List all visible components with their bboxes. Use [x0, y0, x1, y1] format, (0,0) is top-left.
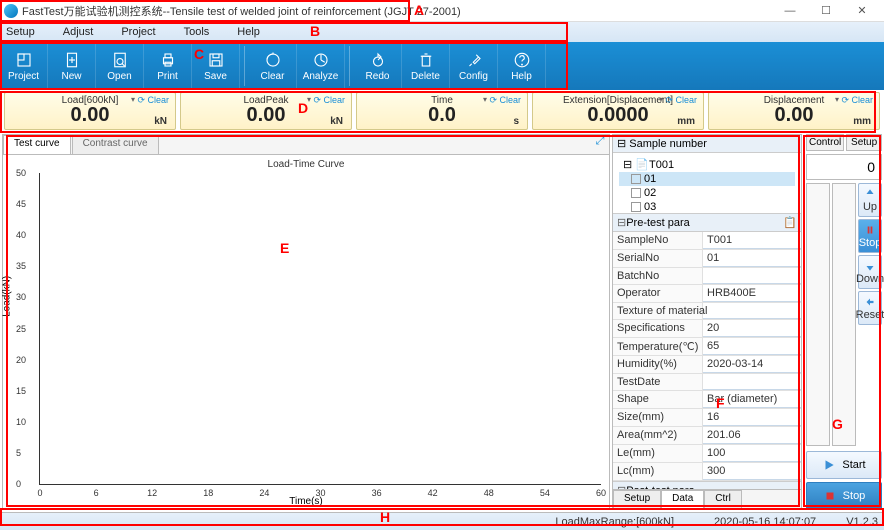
prop-row[interactable]: Texture of material [613, 303, 801, 320]
menu-project[interactable]: Project [121, 26, 155, 38]
app-logo [4, 4, 18, 18]
ctrl-slider-2[interactable] [832, 183, 856, 446]
statusbar: LoadMaxRange:[600kN] 2020-05-16 14:07:07… [0, 512, 884, 530]
status-range: LoadMaxRange:[600kN] [555, 516, 674, 528]
up-button[interactable]: Up [858, 183, 882, 217]
menu-tools[interactable]: Tools [184, 26, 210, 38]
stop-small-button[interactable]: Stop [858, 219, 882, 253]
prop-row[interactable]: SampleNoT001 [613, 232, 801, 250]
toolbar: ProjectNewOpenPrintSaveClearAnalyzeRedoD… [0, 42, 884, 90]
menubar: Setup Adjust Project Tools Help [0, 22, 884, 42]
titlebar: FastTest万能试验机测控系统--Tensile test of welde… [0, 0, 884, 22]
tree-item-02[interactable]: 02 [619, 186, 795, 200]
maximize-button[interactable]: ☐ [808, 1, 844, 21]
down-button[interactable]: Down [858, 255, 882, 289]
sample-tree: ⊟ 📄 T001 01 02 03 [613, 153, 801, 213]
readout-3: Extension[Displacement]▾Clear0.0000mm [532, 92, 704, 130]
close-button[interactable]: ✕ [844, 1, 880, 21]
clear-button[interactable]: Clear [137, 95, 169, 106]
sample-header: ⊟ Sample number [613, 135, 801, 153]
prop-row[interactable]: Specifications20 [613, 320, 801, 338]
clear-button[interactable]: Clear [313, 95, 345, 106]
chart-plot[interactable]: 0510152025303540455006121824303642485460 [39, 173, 601, 485]
new-button[interactable]: New [48, 42, 96, 90]
tree-item-01[interactable]: 01 [619, 172, 795, 186]
chart-ylabel: Load(kN) [2, 276, 13, 317]
readout-dropdown-icon[interactable]: ▾ [835, 95, 839, 104]
ctrl-slider-1[interactable] [806, 183, 830, 446]
chart-area: Test curve Contrast curve ⤢ Load-Time Cu… [2, 134, 610, 510]
menu-help[interactable]: Help [237, 26, 260, 38]
chart-xlabel: Time(s) [289, 496, 323, 507]
readout-1: LoadPeak▾Clear0.00kN [180, 92, 352, 130]
pretest-header[interactable]: Pre-test para📋 [613, 213, 801, 232]
ctrl-display: 0 [806, 154, 882, 180]
sidetab-setup[interactable]: Setup [613, 490, 661, 509]
prop-row[interactable]: BatchNo [613, 268, 801, 285]
start-button[interactable]: Start [806, 451, 882, 479]
tab-contrast-curve[interactable]: Contrast curve [72, 135, 159, 154]
menu-setup[interactable]: Setup [6, 26, 35, 38]
reset-button[interactable]: Reset [858, 291, 882, 325]
posttest-header[interactable]: Post-test para [613, 481, 801, 489]
analyze-button[interactable]: Analyze [297, 42, 345, 90]
prop-row[interactable]: Size(mm)16 [613, 409, 801, 427]
ctrl-setup-tab[interactable]: Setup [846, 134, 882, 151]
readouts: Load[600kN]▾Clear0.00kNLoadPeak▾Clear0.0… [0, 90, 884, 132]
prop-row[interactable]: Temperature(℃)65 [613, 338, 801, 356]
clear-button[interactable]: Clear [489, 95, 521, 106]
readout-dropdown-icon[interactable]: ▾ [131, 95, 135, 104]
control-panel: Control Setup 0 Up Stop Down Reset Start… [806, 134, 882, 510]
project-button[interactable]: Project [0, 42, 48, 90]
prop-row[interactable]: Area(mm^2)201.06 [613, 427, 801, 445]
open-button[interactable]: Open [96, 42, 144, 90]
readout-2: Time▾Clear0.0s [356, 92, 528, 130]
delete-button[interactable]: Delete [402, 42, 450, 90]
sidetab-ctrl[interactable]: Ctrl [704, 490, 742, 509]
tree-root[interactable]: ⊟ 📄 T001 [619, 157, 795, 172]
prop-row[interactable]: TestDate [613, 374, 801, 391]
window-title: FastTest万能试验机测控系统--Tensile test of welde… [22, 3, 772, 19]
print-button[interactable]: Print [144, 42, 192, 90]
status-time: 2020-05-16 14:07:07 [714, 516, 816, 528]
stop-button[interactable]: Stop [806, 482, 882, 510]
menu-adjust[interactable]: Adjust [63, 26, 94, 38]
status-version: V1.2.3 [846, 516, 878, 528]
readout-dropdown-icon[interactable]: ▾ [659, 95, 663, 104]
prop-row[interactable]: ShapeBar (diameter) [613, 391, 801, 409]
sidebar: ⊟ Sample number ⊟ 📄 T001 01 02 03 Pre-te… [612, 134, 802, 510]
property-grid: Pre-test para📋 SampleNoT001SerialNo01Bat… [613, 213, 801, 489]
prop-row[interactable]: Le(mm)100 [613, 445, 801, 463]
ctrl-control-tab[interactable]: Control [806, 134, 844, 151]
chart-expand-icon[interactable]: ⤢ [591, 135, 609, 154]
readout-dropdown-icon[interactable]: ▾ [483, 95, 487, 104]
readout-0: Load[600kN]▾Clear0.00kN [4, 92, 176, 130]
prop-row[interactable]: Humidity(%)2020-03-14 [613, 356, 801, 374]
readout-4: Displacement▾Clear0.00mm [708, 92, 880, 130]
clear-button[interactable]: Clear [249, 42, 297, 90]
tree-item-03[interactable]: 03 [619, 200, 795, 214]
readout-dropdown-icon[interactable]: ▾ [307, 95, 311, 104]
prop-row[interactable]: OperatorHRB400E [613, 285, 801, 303]
clear-button[interactable]: Clear [665, 95, 697, 106]
chart-tabs: Test curve Contrast curve ⤢ [3, 135, 609, 155]
chart-title: Load-Time Curve [7, 159, 605, 170]
minimize-button[interactable]: — [772, 1, 808, 21]
clear-button[interactable]: Clear [841, 95, 873, 106]
redo-button[interactable]: Redo [354, 42, 402, 90]
prop-row[interactable]: SerialNo01 [613, 250, 801, 268]
config-button[interactable]: Config [450, 42, 498, 90]
prop-row[interactable]: Lc(mm)300 [613, 463, 801, 481]
sidetab-data[interactable]: Data [661, 490, 704, 509]
sidebar-tabs: Setup Data Ctrl [613, 489, 801, 509]
help-button[interactable]: Help [498, 42, 546, 90]
tab-test-curve[interactable]: Test curve [3, 135, 71, 154]
save-button[interactable]: Save [192, 42, 240, 90]
